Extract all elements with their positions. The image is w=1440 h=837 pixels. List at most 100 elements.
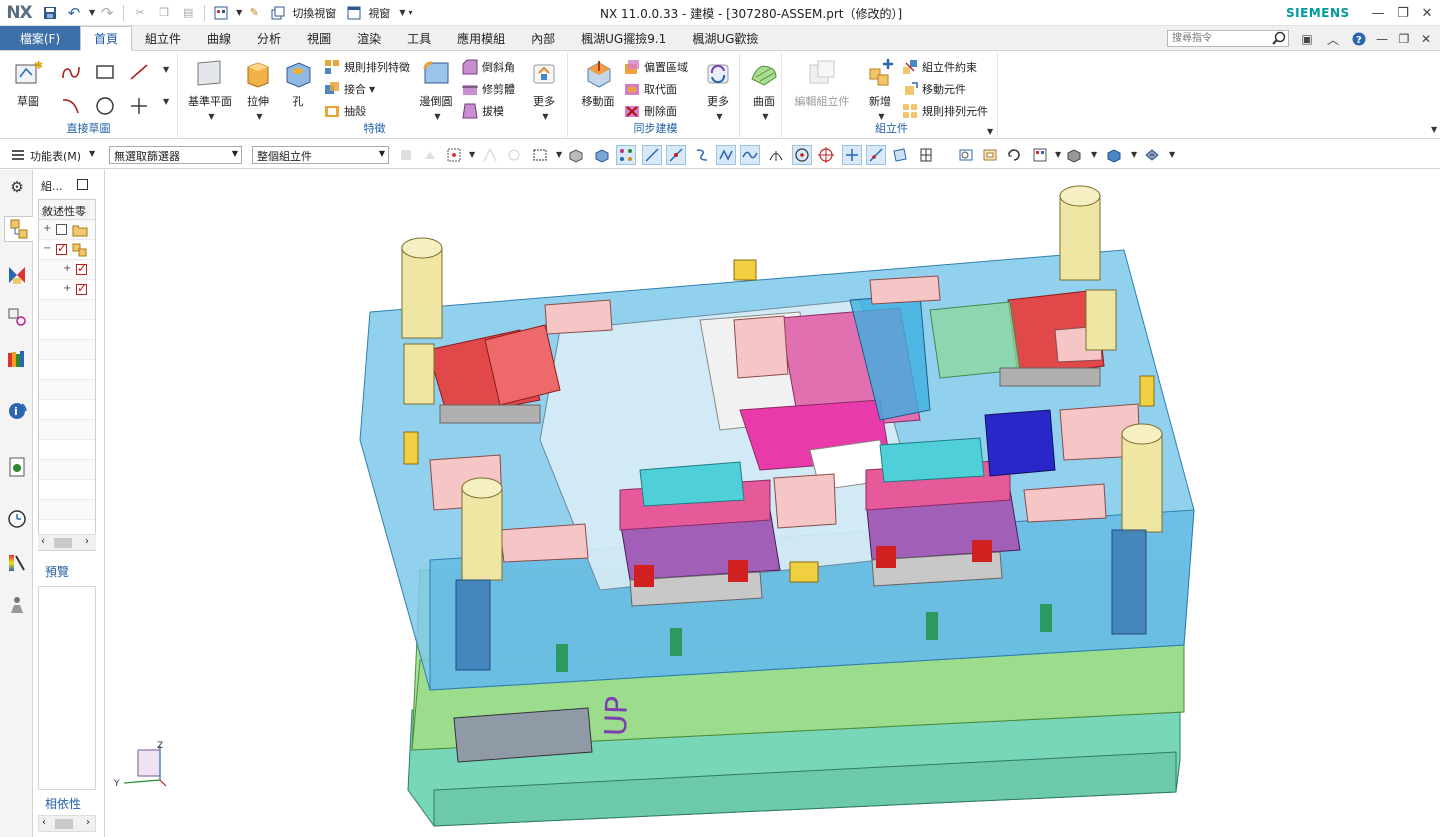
switch-window-icon[interactable]	[267, 2, 289, 24]
unite-button[interactable]: 接合 ▼	[324, 79, 375, 99]
roles-icon[interactable]	[4, 592, 30, 618]
rect-select-dropdown[interactable]: ▼	[556, 150, 562, 159]
tab-home[interactable]: 首頁	[80, 26, 133, 51]
tab-analysis[interactable]: 分析	[244, 26, 294, 50]
feature-more-button[interactable]: 更多 ▼	[522, 57, 566, 121]
main-menu-button[interactable]: 功能表(M)	[30, 148, 81, 164]
new-component-button[interactable]: 新增 ▼	[858, 57, 902, 121]
tab-application[interactable]: 應用模組	[444, 26, 518, 50]
fullscreen-icon[interactable]: ▣	[1298, 30, 1316, 48]
orient-view-icon[interactable]	[1030, 145, 1050, 165]
rendering-style-dropdown[interactable]: ▼	[1091, 150, 1097, 159]
assembly-navigator-icon[interactable]	[4, 216, 34, 242]
tab-plugin-2[interactable]: 楓湖UG歡撿	[679, 26, 771, 50]
doc-restore-icon[interactable]: ❐	[1395, 30, 1413, 48]
constraint-navigator-icon[interactable]	[4, 262, 30, 288]
edit-object-display-icon[interactable]	[1104, 145, 1124, 165]
curve-icon[interactable]	[692, 145, 712, 165]
edit-icon[interactable]: ✎	[243, 2, 265, 24]
command-search-input[interactable]	[1167, 30, 1289, 47]
finder-dropdown-icon[interactable]: ▼	[236, 8, 242, 17]
scroll-thumb[interactable]	[54, 538, 72, 548]
bounded-grid-icon[interactable]	[916, 145, 936, 165]
replace-face-button[interactable]: 取代面	[624, 79, 677, 99]
orient-view-dropdown[interactable]: ▼	[1055, 150, 1061, 159]
shell-button[interactable]: 抽殼	[324, 101, 366, 121]
select-solid-icon[interactable]	[566, 145, 586, 165]
line-icon[interactable]	[126, 59, 152, 85]
command-finder-icon[interactable]	[210, 2, 232, 24]
mold-assembly-model[interactable]: UP Z Y	[106, 170, 1440, 837]
web-browser-icon[interactable]: i	[4, 398, 30, 424]
trim-body-button[interactable]: 修剪體	[462, 79, 515, 99]
point-on-curve-icon[interactable]	[866, 145, 886, 165]
selection-intent-icon[interactable]	[444, 145, 464, 165]
graphics-window[interactable]: UP Z Y	[106, 170, 1440, 837]
help-icon[interactable]: ?	[1350, 30, 1368, 48]
expand-icon[interactable]: +	[63, 263, 71, 274]
sketch-button[interactable]: ✱ 草圖	[6, 57, 50, 117]
tree-row[interactable]: +	[39, 280, 95, 300]
object-display-dropdown[interactable]: ▼	[1131, 150, 1137, 159]
visibility-checkbox[interactable]	[56, 241, 67, 255]
edit-component-button[interactable]: 編輯組立件	[794, 57, 850, 117]
extrude-button[interactable]: 拉伸 ▼	[236, 57, 280, 121]
switch-window-button[interactable]: 切換視窗	[292, 5, 336, 21]
edge-blend-button[interactable]: 邊倒圓 ▼	[414, 57, 458, 121]
expand-icon[interactable]: +	[43, 223, 51, 234]
endpoint-icon[interactable]	[642, 145, 662, 165]
customize-dropdown-icon[interactable]: ▾	[408, 8, 412, 17]
type-filter-select[interactable]: 無選取篩選器 ▼	[109, 146, 242, 164]
descriptive-name-column[interactable]: 敘述性零	[39, 200, 95, 220]
show-hide-icon[interactable]	[1142, 145, 1162, 165]
minimize-icon[interactable]: —	[1367, 3, 1389, 23]
scroll-thumb[interactable]	[55, 819, 73, 829]
rendering-style-icon[interactable]	[1064, 145, 1084, 165]
hole-button[interactable]: 孔	[276, 57, 320, 117]
menu-icon[interactable]	[8, 145, 28, 165]
paste-icon[interactable]: ▤	[177, 2, 199, 24]
close-icon[interactable]: ✕	[1416, 3, 1438, 23]
clock-icon[interactable]	[4, 506, 30, 532]
tab-view[interactable]: 視圖	[294, 26, 344, 50]
intersection-icon[interactable]	[766, 145, 786, 165]
snap-2-icon[interactable]	[504, 145, 524, 165]
surface-button[interactable]: 曲面 ▼	[742, 57, 786, 121]
doc-close-icon[interactable]: ✕	[1417, 30, 1435, 48]
control-point-icon[interactable]	[716, 145, 736, 165]
offset-region-button[interactable]: 偏置區域	[624, 57, 688, 77]
visibility-checkbox[interactable]	[56, 224, 67, 235]
tab-assembly[interactable]: 組立件	[132, 26, 194, 50]
expand-icon[interactable]: +	[63, 283, 71, 294]
tab-curve[interactable]: 曲線	[194, 26, 244, 50]
doc-minimize-icon[interactable]: —	[1373, 30, 1391, 48]
reuse-library-icon[interactable]	[4, 346, 30, 372]
search-icon[interactable]	[1272, 31, 1287, 46]
existing-point-icon[interactable]	[842, 145, 862, 165]
cut-icon[interactable]: ✂	[129, 2, 151, 24]
rectangle-icon[interactable]	[92, 59, 118, 85]
sync-more-button[interactable]: 更多 ▼	[696, 57, 740, 121]
undo-icon[interactable]: ↶	[63, 2, 85, 24]
main-menu-dropdown[interactable]: ▼	[89, 149, 95, 158]
nx-logo[interactable]: NX	[0, 0, 38, 26]
pattern-component-button[interactable]: 規則排列元件	[902, 101, 988, 121]
chamfer-button[interactable]: 倒斜角	[462, 57, 515, 77]
unite-dropdown[interactable]: ▼	[369, 85, 375, 94]
point-icon[interactable]	[126, 93, 152, 119]
rotate-icon[interactable]	[1004, 145, 1024, 165]
delete-face-button[interactable]: 刪除面	[624, 101, 677, 121]
redo-icon[interactable]: ↷	[96, 2, 118, 24]
part-navigator-icon[interactable]	[4, 304, 30, 330]
preview-panel-title[interactable]: 預覽	[45, 563, 69, 580]
scroll-left-icon[interactable]: ‹	[41, 536, 45, 547]
sketch-more-dropdown-2[interactable]: ▼	[163, 97, 169, 106]
history-icon[interactable]	[4, 454, 30, 480]
save-icon[interactable]	[39, 2, 61, 24]
collapse-icon[interactable]: −	[43, 243, 51, 254]
select-body-icon[interactable]	[592, 145, 612, 165]
tab-plugin-1[interactable]: 楓湖UG擺撿9.1	[568, 26, 679, 50]
midpoint-icon[interactable]	[666, 145, 686, 165]
scroll-right-icon[interactable]: ›	[86, 817, 90, 828]
restore-icon[interactable]: ❐	[1392, 3, 1414, 23]
